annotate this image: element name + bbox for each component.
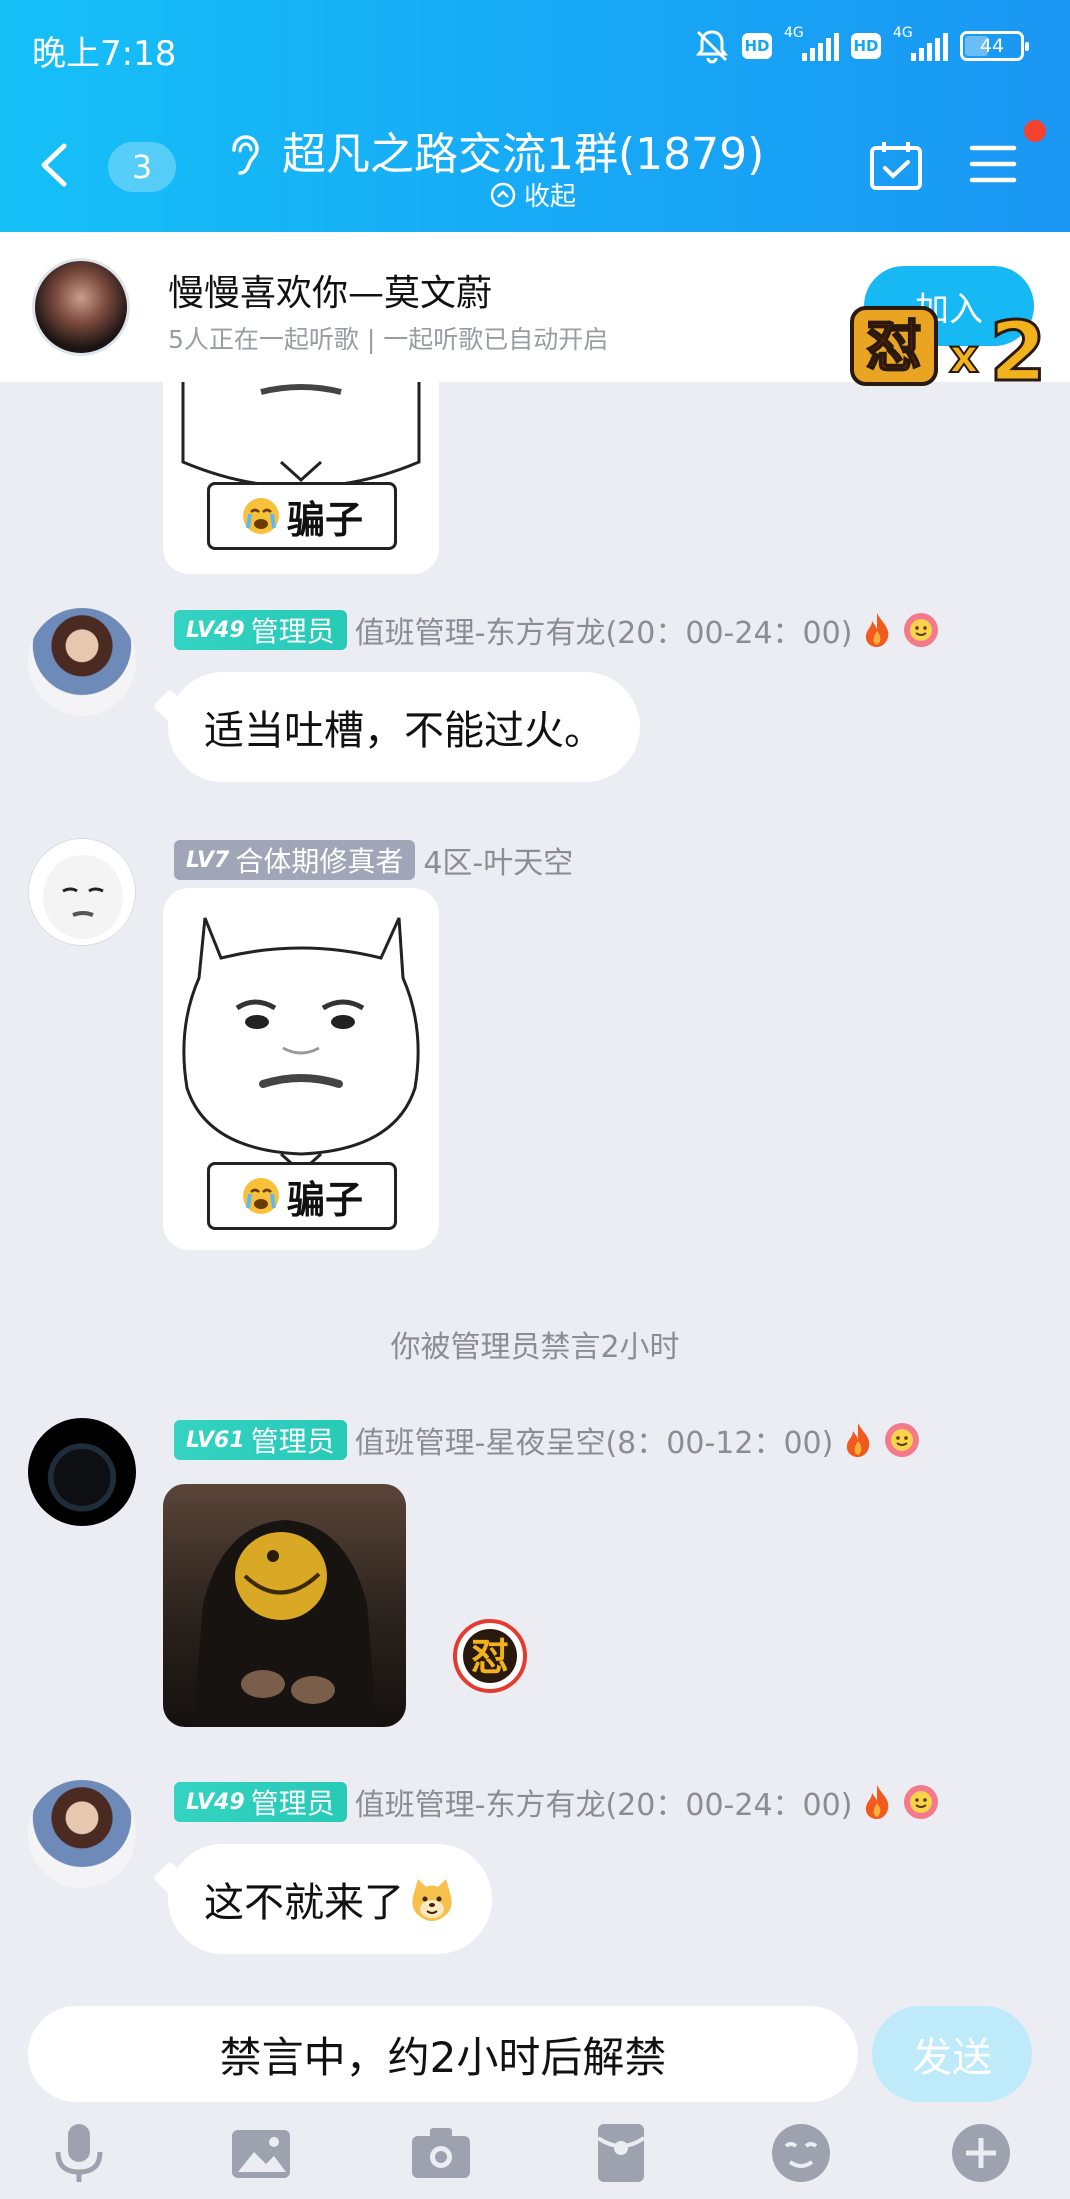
listen-subtitle: 5人正在一起听歌 | 一起听歌已自动开启: [168, 325, 609, 354]
level-text: LV7: [186, 847, 230, 873]
camera-icon[interactable]: [408, 2120, 474, 2186]
level-badge: LV49 管理员: [174, 610, 347, 650]
sender-name[interactable]: 4区-叶天空: [423, 838, 573, 882]
svg-text:怼: 怼: [471, 1635, 509, 1679]
message-meta: LV49 管理员 值班管理-东方有龙(20：00-24：00): [174, 608, 940, 652]
role-text: 管理员: [250, 1787, 335, 1820]
message-meta: LV61 管理员 值班管理-星夜呈空(8：00-12：00): [174, 1418, 921, 1462]
sticker-message[interactable]: 骗子: [163, 888, 439, 1250]
send-button: 发送: [872, 2006, 1032, 2102]
flame-icon: [847, 1423, 870, 1457]
status-icons: HD 4G HD 4G 44: [694, 25, 1029, 64]
text-bubble[interactable]: 适当吐槽，不能过火。: [168, 672, 640, 782]
hooded-figure-photo: [193, 1520, 377, 1727]
status-time: 晚上7:18: [32, 34, 177, 74]
image-icon[interactable]: [228, 2120, 294, 2186]
listen-together-bar[interactable]: 慢慢喜欢你—莫文蔚 5人正在一起听歌 | 一起听歌已自动开启 加入 怼 x 2: [0, 232, 1070, 394]
header: 晚上7:18 HD 4G HD 4G 44 3 超凡之路交流1群(1879) 收…: [0, 0, 1070, 232]
menu-icon[interactable]: [968, 140, 1018, 188]
unread-count-badge[interactable]: 3: [108, 142, 176, 192]
doge-emoji-icon: [412, 1879, 452, 1921]
sticker-caption: 骗子: [207, 482, 397, 550]
flame-icon: [866, 1785, 889, 1819]
signal-icon: 4G: [784, 25, 839, 61]
crying-emoji-icon: [242, 1178, 279, 1214]
svg-text:怼: 怼: [866, 315, 922, 380]
collapse-button[interactable]: 收起: [490, 176, 576, 213]
message-meta: LV49 管理员 值班管理-东方有龙(20：00-24：00): [174, 1780, 940, 1824]
dui-x2-sticker-icon: 怼 x 2: [850, 304, 1048, 394]
avatar[interactable]: [28, 608, 136, 716]
flower-icon: [904, 1785, 939, 1819]
role-text: 管理员: [250, 1425, 335, 1458]
message-meta: LV7 合体期修真者 4区-叶天空: [174, 838, 573, 882]
red-packet-icon[interactable]: [588, 2120, 654, 2186]
sender-name[interactable]: 值班管理-东方有龙(20：00-24：00): [355, 608, 853, 652]
emoji-icon[interactable]: [768, 2120, 834, 2186]
status-bar: 晚上7:18 HD 4G HD 4G 44: [0, 0, 1070, 100]
calendar-check-icon[interactable]: [868, 140, 924, 192]
group-title[interactable]: 超凡之路交流1群(1879): [282, 118, 764, 182]
level-badge: LV49 管理员: [174, 1782, 347, 1822]
level-text: LV49: [186, 1789, 245, 1815]
signal-icon-2: 4G: [893, 25, 948, 61]
level-badge: LV7 合体期修真者: [174, 840, 416, 880]
song-cover-avatar[interactable]: [32, 258, 130, 356]
system-notice: 你被管理员禁言2小时: [390, 1330, 680, 1365]
flower-icon: [885, 1423, 920, 1457]
plus-icon[interactable]: [948, 2120, 1014, 2186]
battery-level: 44: [979, 35, 1005, 57]
mute-bell-icon: [696, 30, 728, 64]
avatar[interactable]: [28, 1418, 136, 1526]
level-text: LV49: [186, 617, 245, 643]
net-label: 4G: [784, 25, 804, 41]
svg-text:2: 2: [989, 305, 1046, 394]
chat-area[interactable]: 骗子 LV49 管理员 值班管理-东方有龙(20：00-24：00) 适当吐槽，…: [0, 382, 1070, 1992]
dui-reaction-icon[interactable]: 怼: [452, 1618, 528, 1694]
sender-name[interactable]: 值班管理-东方有龙(20：00-24：00): [355, 1780, 853, 1824]
avatar[interactable]: [28, 1780, 136, 1888]
chevron-up-circle-icon: [490, 182, 516, 207]
flower-icon: [904, 613, 939, 647]
input-toolbar: [0, 2112, 1070, 2199]
message-input-muted: 禁言中，约2小时后解禁: [28, 2006, 858, 2102]
text-bubble[interactable]: 这不就来了: [168, 1844, 492, 1954]
ear-icon: [232, 135, 259, 175]
sticker-caption-text: 骗子: [286, 497, 363, 542]
avatar[interactable]: [28, 838, 136, 946]
role-text: 管理员: [250, 615, 335, 648]
input-bar: 禁言中，约2小时后解禁 发送: [0, 1992, 1070, 2199]
level-text: LV61: [186, 1427, 245, 1453]
crying-emoji-icon: [242, 498, 279, 534]
sticker-caption: 骗子: [207, 1162, 397, 1230]
net-label-2: 4G: [893, 25, 913, 41]
back-icon[interactable]: [34, 140, 74, 190]
svg-text:x: x: [949, 329, 979, 383]
nav-bar: 3 超凡之路交流1群(1879) 收起: [0, 100, 1070, 232]
level-badge: LV61 管理员: [174, 1420, 347, 1460]
image-message[interactable]: [163, 1484, 406, 1727]
hd-icon: HD: [742, 33, 772, 59]
sticker-message-partial[interactable]: 骗子: [163, 382, 439, 574]
hd-icon-2: HD: [851, 33, 881, 59]
collapse-label: 收起: [524, 182, 577, 212]
baozi-face-icon: [43, 855, 123, 939]
flame-icon: [866, 613, 889, 647]
role-text: 合体期修真者: [235, 845, 404, 878]
song-title: 慢慢喜欢你—莫文蔚: [168, 273, 493, 314]
battery-icon: 44: [960, 31, 1029, 61]
sender-name[interactable]: 值班管理-星夜呈空(8：00-12：00): [355, 1418, 834, 1462]
mic-icon[interactable]: [46, 2120, 112, 2186]
message-text: 这不就来了: [204, 1880, 404, 1926]
notification-dot: [1024, 120, 1046, 142]
sticker-caption-text: 骗子: [286, 1177, 363, 1222]
